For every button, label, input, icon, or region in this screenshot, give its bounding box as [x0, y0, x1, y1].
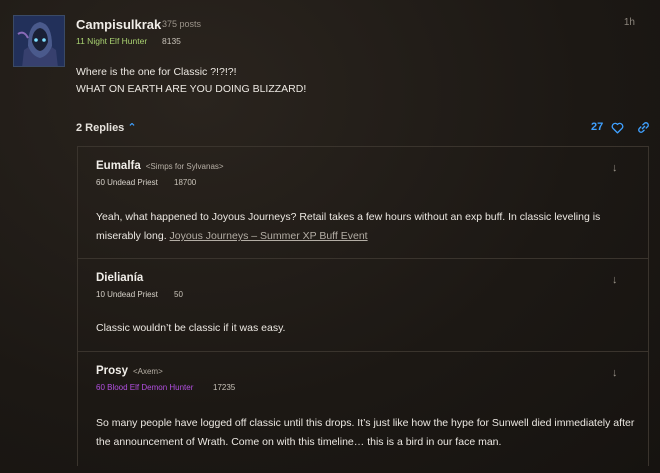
replies-toggle-label: 2 Replies: [76, 122, 125, 134]
reply-author-name[interactable]: Eumalfa: [96, 160, 141, 172]
post-body-line: WHAT ON EARTH ARE YOU DOING BLIZZARD!: [76, 83, 307, 95]
reply-character-class: 10 Undead Priest: [96, 290, 158, 299]
replies-list: Eumalfa <Simps for Sylvanas> 60 Undead Pr…: [77, 146, 649, 466]
arrow-down-icon[interactable]: ↓: [612, 367, 618, 379]
author-character-class: 11 Night Elf Hunter: [76, 36, 148, 46]
reply-author-name[interactable]: Prosy: [96, 365, 128, 377]
post-body-line: Where is the one for Classic ?!?!?!: [76, 66, 237, 78]
link-icon[interactable]: [637, 121, 650, 134]
post-body: Where is the one for Classic ?!?!?! WHAT…: [76, 64, 306, 98]
reply-item: Eumalfa <Simps for Sylvanas> 60 Undead Pr…: [78, 147, 648, 259]
reply-author[interactable]: Dielianía: [96, 272, 143, 284]
reply-achievement-points: 17235: [213, 383, 236, 392]
reply-character-class: 60 Undead Priest: [96, 178, 158, 187]
reply-guild: <Simps for Sylvanas>: [145, 162, 224, 171]
reply-item: Prosy <Axem> 60 Blood Elf Demon Hunter 17…: [78, 352, 648, 467]
reply-character-class: 60 Blood Elf Demon Hunter: [96, 383, 194, 392]
avatar-image: [14, 16, 64, 66]
reply-body: Classic wouldn’t be classic if it was ea…: [96, 319, 641, 338]
reply-text: So many people have logged off classic u…: [96, 417, 635, 448]
reply-achievement-points: 18700: [174, 178, 197, 187]
post-count: 375 posts: [162, 19, 202, 29]
chevron-up-icon: ⌃: [127, 122, 137, 134]
heart-icon[interactable]: [611, 122, 624, 134]
arrow-down-icon[interactable]: ↓: [612, 162, 618, 174]
reply-author-name[interactable]: Dielianía: [96, 272, 143, 284]
reply-author[interactable]: Prosy <Axem>: [96, 365, 163, 377]
avatar[interactable]: [13, 15, 65, 67]
reply-achievement-points: 50: [174, 290, 183, 299]
reply-guild: <Axem>: [132, 367, 163, 376]
achievement-points: 8135: [162, 36, 181, 46]
reply-body: So many people have logged off classic u…: [96, 414, 641, 452]
replies-toggle-button[interactable]: 2 Replies ⌃: [76, 121, 137, 134]
like-count: 27: [591, 121, 604, 133]
reply-author[interactable]: Eumalfa <Simps for Sylvanas>: [96, 160, 224, 172]
reply-link[interactable]: Joyous Journeys – Summer XP Buff Event: [170, 230, 368, 242]
reply-item: Dielianía 10 Undead Priest 50 ↓ Classic …: [78, 259, 648, 352]
reply-text: Classic wouldn’t be classic if it was ea…: [96, 322, 286, 334]
post-timestamp[interactable]: 1h: [624, 17, 635, 28]
author-name[interactable]: Campisulkrak: [76, 17, 161, 32]
arrow-down-icon[interactable]: ↓: [612, 274, 618, 286]
reply-body: Yeah, what happened to Joyous Journeys? …: [96, 208, 641, 246]
